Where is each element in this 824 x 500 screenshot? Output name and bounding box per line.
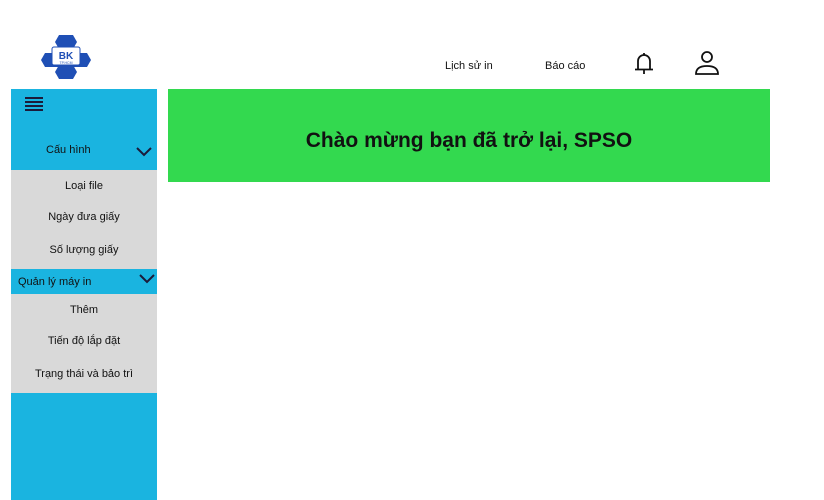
- logo-subtext: TP.HCM: [60, 61, 73, 65]
- welcome-title: Chào mừng bạn đã trở lại, SPSO: [305, 129, 633, 152]
- sidebar-item-installation-progress[interactable]: Tiến độ lắp đặt: [11, 335, 157, 347]
- sidebar: Cấu hình Loại file Ngày đưa giấy Số lượn…: [11, 89, 157, 500]
- bk-logo[interactable]: BK TP.HCM: [41, 35, 91, 79]
- sidebar-group-label: Quản lý máy in: [18, 276, 92, 288]
- sidebar-group-printer-management[interactable]: Quản lý máy in: [11, 269, 157, 294]
- chevron-down-icon: [139, 274, 155, 284]
- print-history-link[interactable]: Lịch sử in: [445, 60, 493, 72]
- sidebar-group-configuration[interactable]: Cấu hình: [11, 129, 157, 169]
- user-icon[interactable]: [694, 50, 720, 78]
- top-navigation-bar: BK TP.HCM Lịch sử in Báo cáo: [11, 17, 770, 89]
- hamburger-menu-icon[interactable]: [25, 97, 43, 111]
- sidebar-group-label: Cấu hình: [46, 144, 91, 156]
- configuration-submenu: Loại file Ngày đưa giấy Số lượng giấy: [11, 170, 157, 269]
- printer-management-submenu: Thêm Tiến độ lắp đặt Trạng thái và bảo t…: [11, 294, 157, 393]
- sidebar-item-paper-quantity[interactable]: Số lượng giấy: [11, 244, 157, 256]
- sidebar-item-file-type[interactable]: Loại file: [11, 180, 157, 192]
- sidebar-item-add[interactable]: Thêm: [11, 304, 157, 316]
- app-frame: BK TP.HCM Lịch sử in Báo cáo Cấu hình Lo: [11, 17, 770, 500]
- welcome-banner: Chào mừng bạn đã trở lại, SPSO: [168, 89, 770, 182]
- sidebar-item-status-maintenance[interactable]: Trạng thái và bảo trì: [11, 368, 157, 380]
- bell-icon[interactable]: [631, 50, 657, 78]
- sidebar-item-paper-date[interactable]: Ngày đưa giấy: [11, 211, 157, 223]
- chevron-down-icon: [136, 147, 152, 157]
- report-link[interactable]: Báo cáo: [545, 60, 585, 72]
